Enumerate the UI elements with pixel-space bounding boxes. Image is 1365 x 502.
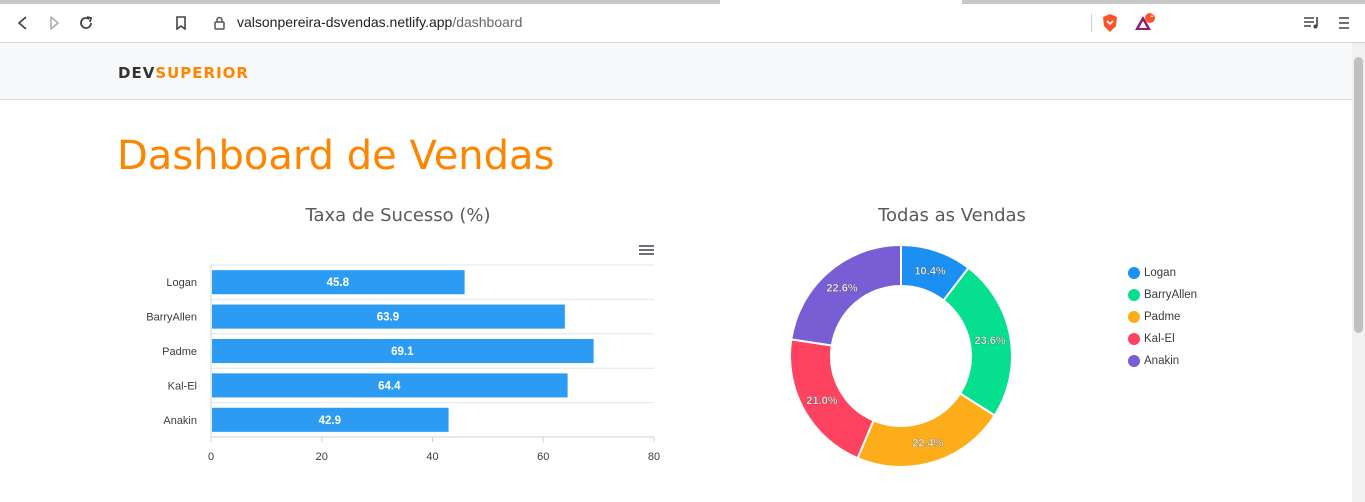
x-tick-label: 60 [537, 451, 549, 463]
legend-label: Logan [1144, 267, 1176, 279]
bar-value-label: 42.9 [319, 415, 341, 427]
slice-value-label: 23.6% [975, 335, 1006, 347]
legend-label: Anakin [1144, 355, 1180, 367]
slice-value-label: 22.4% [912, 437, 943, 449]
legend-item[interactable]: Logan [1126, 262, 1197, 284]
bar-value-label: 69.1 [391, 346, 414, 358]
bar-value-label: 45.8 [327, 277, 350, 289]
x-tick-label: 40 [426, 451, 438, 463]
charts-canvas: 45.8 Logan 63.9 BarryAllen 69.1 Padme 64.4 Kal-… [146, 243, 1013, 468]
scrollbar[interactable] [1352, 43, 1365, 502]
category-label: Anakin [163, 415, 197, 427]
chart-menu-icon[interactable] [638, 242, 656, 258]
category-label: Padme [162, 346, 197, 358]
category-label: Kal-El [168, 380, 197, 392]
legend-item[interactable]: Padme [1126, 306, 1197, 328]
category-label: Logan [166, 277, 197, 289]
slice-value-label: 22.6% [826, 282, 857, 294]
x-tick-label: 20 [316, 451, 328, 463]
legend-marker [1128, 267, 1140, 279]
legend-label: Padme [1144, 311, 1181, 323]
slice-value-label: 10.4% [914, 265, 945, 277]
donut-slice [790, 243, 902, 347]
legend-label: Kal-El [1144, 333, 1175, 345]
donut-slice [856, 392, 997, 468]
bar-value-label: 63.9 [377, 312, 399, 324]
legend-item[interactable]: Kal-El [1126, 328, 1197, 350]
donut-legend: Logan BarryAllen Padme Kal-El Anakin [1126, 262, 1197, 372]
x-tick-label: 80 [648, 451, 660, 463]
legend-label: BarryAllen [1144, 289, 1198, 301]
legend-marker [1128, 333, 1140, 345]
legend-item[interactable]: BarryAllen [1126, 284, 1197, 306]
legend-marker [1128, 289, 1140, 301]
x-tick-label: 0 [208, 451, 214, 463]
legend-item[interactable]: Anakin [1126, 350, 1197, 372]
slice-value-label: 21.0% [806, 395, 837, 407]
category-label: BarryAllen [146, 312, 197, 324]
legend-marker [1128, 355, 1140, 367]
legend-marker [1128, 311, 1140, 323]
scrollbar-thumb[interactable] [1354, 57, 1363, 333]
bar-value-label: 64.4 [378, 380, 401, 392]
